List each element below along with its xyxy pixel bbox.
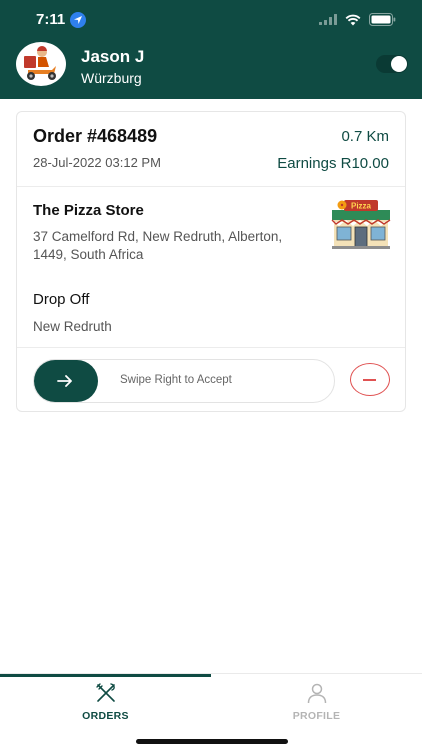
cellular-signal-icon [319, 14, 337, 25]
wifi-icon [345, 14, 361, 25]
store-name: The Pizza Store [33, 202, 144, 219]
toggle-knob [391, 56, 407, 72]
tab-profile-label: PROFILE [292, 710, 341, 722]
order-date: 28-Jul-2022 03:12 PM [33, 155, 161, 170]
store-address: 37 Camelford Rd, New Redruth, Alberton, … [33, 229, 283, 262]
status-time: 7:11 [36, 11, 66, 28]
divider [17, 186, 405, 187]
home-indicator [136, 739, 288, 744]
pizza-store-icon: Pizza [331, 200, 391, 249]
swipe-to-accept-slider[interactable]: Swipe Right to Accept [33, 359, 335, 403]
status-bar: 7:11 [0, 0, 422, 38]
order-distance: 0.7 Km [341, 128, 389, 145]
swipe-handle[interactable] [34, 360, 98, 402]
avatar[interactable] [16, 42, 66, 86]
svg-text:Pizza: Pizza [351, 202, 372, 211]
tab-orders[interactable]: ORDERS [0, 682, 211, 726]
location-arrow-icon [70, 12, 86, 28]
arrow-right-icon [57, 375, 72, 387]
app-header: 7:11 Jason J Würzburg [0, 0, 422, 99]
battery-icon [369, 13, 396, 26]
online-toggle[interactable] [376, 55, 408, 73]
dropoff-title: Drop Off [33, 291, 90, 308]
tab-profile[interactable]: PROFILE [211, 682, 422, 726]
dropoff-place: New Redruth [33, 319, 112, 334]
tab-orders-label: ORDERS [82, 710, 129, 722]
reject-order-button[interactable] [350, 363, 390, 396]
swipe-label: Swipe Right to Accept [120, 374, 232, 386]
order-earnings: Earnings R10.00 [277, 155, 389, 172]
user-icon [307, 683, 326, 704]
driver-name: Jason J [81, 47, 145, 66]
status-icons [319, 13, 396, 26]
fork-knife-icon [95, 683, 115, 702]
delivery-scooter-avatar-icon [24, 46, 56, 80]
divider [17, 347, 405, 348]
active-tab-indicator [0, 674, 211, 677]
order-id: Order #468489 [33, 126, 158, 146]
driver-city: Würzburg [81, 70, 142, 86]
order-card: Order #468489 0.7 Km 28-Jul-2022 03:12 P… [16, 111, 406, 412]
